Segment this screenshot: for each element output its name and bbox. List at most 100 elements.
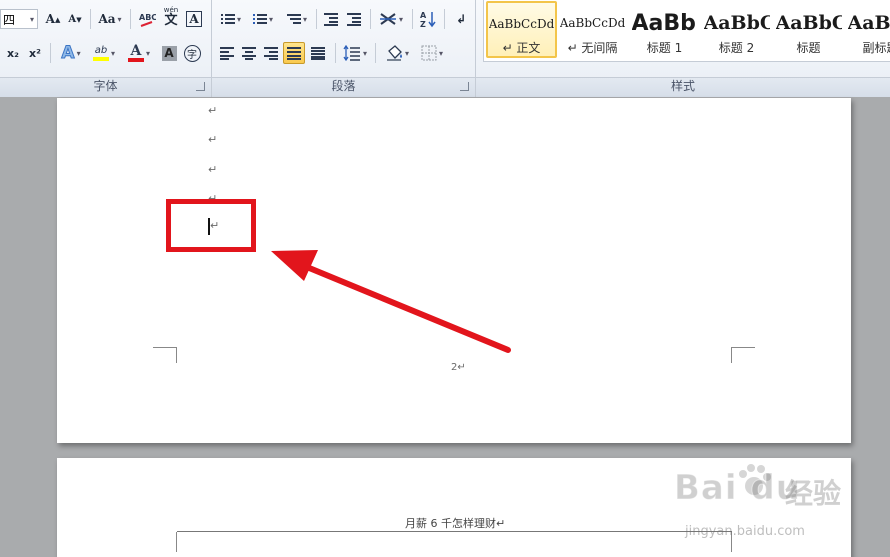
style-sample: AaBbCcDd bbox=[488, 17, 555, 31]
text-effects-icon: A bbox=[61, 43, 75, 64]
chinese-layout-icon bbox=[379, 13, 396, 25]
watermark-brand: Bai du bbox=[674, 468, 801, 509]
style-name: ↵ 无间隔 bbox=[567, 41, 618, 55]
style-name: ↵ 正文 bbox=[502, 41, 541, 55]
style-tile-normal[interactable]: AaBbCcDd ↵ 正文 bbox=[486, 1, 557, 58]
style-sample: AaBbC bbox=[703, 12, 770, 34]
grow-font-icon: A bbox=[45, 12, 55, 26]
char-shading-button[interactable]: A bbox=[158, 42, 180, 64]
page-number: 2↵ bbox=[451, 362, 466, 373]
font-group-label: 字体 bbox=[93, 79, 118, 93]
style-name: 标题 2 bbox=[718, 41, 755, 55]
grow-font-button[interactable]: A ▲ bbox=[42, 8, 64, 30]
paragraph-mark-icon: ↲ bbox=[455, 12, 467, 26]
clear-format-icon: ABC bbox=[139, 13, 156, 27]
align-center-button[interactable] bbox=[238, 42, 260, 64]
styles-group-label: 样式 bbox=[670, 79, 695, 93]
style-tile-heading-2[interactable]: AaBbC 标题 2 bbox=[701, 1, 772, 58]
paragraph-mark: ↵ bbox=[208, 163, 218, 176]
separator bbox=[370, 9, 371, 29]
style-tile-heading-1[interactable]: AaBb 标题 1 bbox=[629, 1, 700, 58]
change-case-icon: Aa bbox=[98, 12, 116, 26]
numbering-button[interactable]: ▾ bbox=[248, 8, 278, 30]
separator bbox=[90, 9, 91, 29]
sort-icon: AZ bbox=[420, 11, 436, 28]
style-tile-title[interactable]: AaBbC 标题 bbox=[773, 1, 844, 58]
style-tile-subtitle[interactable]: AaBl 副标题 bbox=[845, 1, 890, 58]
phonetic-icon: 文 bbox=[164, 13, 178, 28]
align-left-button[interactable] bbox=[216, 42, 238, 64]
font-color-button[interactable]: A ▾ bbox=[123, 42, 155, 64]
increase-indent-button[interactable] bbox=[343, 8, 365, 30]
bullets-icon bbox=[220, 13, 235, 25]
text-effects-button[interactable]: A ▾ bbox=[56, 42, 86, 64]
margin-corner-top-left bbox=[153, 532, 177, 552]
watermark-brand-cn: 经验 bbox=[785, 477, 842, 510]
enclose-char-button[interactable]: 字 bbox=[181, 42, 203, 64]
style-sample: AaBl bbox=[847, 12, 890, 34]
ribbon: 四 ▾ A ▲ A ▼ Aa ▾ ABC wén 文 A x₂ x² A ▾ a… bbox=[0, 0, 890, 97]
align-center-icon bbox=[242, 47, 256, 60]
highlight-button[interactable]: ab ▾ bbox=[88, 42, 120, 64]
style-sample: AaBbCcDd bbox=[559, 16, 626, 30]
change-case-button[interactable]: Aa ▾ bbox=[95, 8, 125, 30]
separator bbox=[335, 43, 336, 63]
char-border-button[interactable]: A bbox=[183, 8, 205, 30]
separator bbox=[375, 43, 376, 63]
subscript-button[interactable]: x₂ bbox=[2, 42, 24, 64]
chinese-layout-button[interactable]: ▾ bbox=[375, 8, 407, 30]
paragraph-group-label: 段落 bbox=[331, 79, 356, 93]
paragraph-mark: ↵ bbox=[208, 104, 218, 117]
borders-button[interactable]: ▾ bbox=[416, 42, 448, 64]
clear-format-button[interactable]: ABC bbox=[136, 8, 158, 30]
sort-button[interactable]: AZ bbox=[417, 8, 439, 30]
shading-button[interactable]: ▾ bbox=[381, 42, 413, 64]
distributed-button[interactable] bbox=[307, 42, 329, 64]
styles-group: AaBbCcDd ↵ 正文 AaBbCcDd ↵ 无间隔 AaBb 标题 1 A… bbox=[476, 0, 890, 97]
style-sample: AaBb bbox=[631, 11, 696, 35]
multilevel-list-button[interactable]: ▾ bbox=[282, 8, 312, 30]
multilevel-list-icon bbox=[286, 13, 301, 25]
svg-text:ABC: ABC bbox=[139, 13, 156, 22]
separator bbox=[50, 43, 51, 63]
decrease-indent-button[interactable] bbox=[320, 8, 342, 30]
superscript-button[interactable]: x² bbox=[24, 42, 46, 64]
font-size-select[interactable]: 四 ▾ bbox=[0, 9, 38, 29]
svg-text:Z: Z bbox=[420, 20, 426, 28]
highlight-box bbox=[166, 199, 256, 252]
show-marks-button[interactable]: ↲ bbox=[450, 8, 472, 30]
decrease-indent-icon bbox=[324, 13, 338, 26]
header-text: 月薪 6 千怎样理财↵ bbox=[405, 517, 506, 530]
svg-text:A: A bbox=[420, 11, 427, 20]
chevron-down-icon: ▾ bbox=[29, 14, 34, 24]
paragraph-mark: ↵ bbox=[208, 133, 218, 146]
char-border-icon: A bbox=[186, 11, 202, 27]
align-right-button[interactable] bbox=[260, 42, 282, 64]
subscript-icon: x₂ bbox=[7, 46, 19, 60]
increase-indent-icon bbox=[347, 13, 361, 26]
highlight-swatch bbox=[92, 56, 109, 61]
highlight-icon: ab bbox=[94, 44, 108, 56]
watermark-url: jingyan.baidu.com bbox=[685, 524, 805, 539]
align-right-icon bbox=[264, 47, 278, 60]
paragraph-group: ▾ ▾ ▾ ▾ A Z ↲ ▾ ▾ ▾ 段落 bbox=[212, 0, 476, 97]
bullets-button[interactable]: ▾ bbox=[216, 8, 246, 30]
separator bbox=[412, 9, 413, 29]
superscript-icon: x² bbox=[29, 46, 41, 60]
style-tile-no-spacing[interactable]: AaBbCcDd ↵ 无间隔 bbox=[557, 1, 628, 58]
baidu-watermark: Bai du 经验 jingyan.baidu.com bbox=[660, 458, 885, 557]
font-color-icon: A bbox=[130, 43, 142, 59]
justify-button[interactable] bbox=[283, 42, 305, 64]
paragraph-dialog-launcher-icon[interactable] bbox=[460, 82, 469, 91]
style-name: 标题 1 bbox=[646, 41, 683, 55]
line-spacing-icon bbox=[343, 45, 360, 61]
font-size-value: 四 bbox=[3, 12, 16, 27]
phonetic-guide-button[interactable]: wén 文 bbox=[160, 6, 182, 28]
line-spacing-button[interactable]: ▾ bbox=[340, 42, 370, 64]
font-color-swatch bbox=[127, 58, 144, 62]
shrink-font-button[interactable]: A ▼ bbox=[64, 8, 86, 30]
distributed-icon bbox=[311, 47, 325, 60]
page-1[interactable]: ↵ ↵ ↵ ↵ ↵ 2↵ bbox=[57, 98, 851, 443]
borders-icon bbox=[421, 45, 437, 61]
font-dialog-launcher-icon[interactable] bbox=[196, 82, 205, 91]
